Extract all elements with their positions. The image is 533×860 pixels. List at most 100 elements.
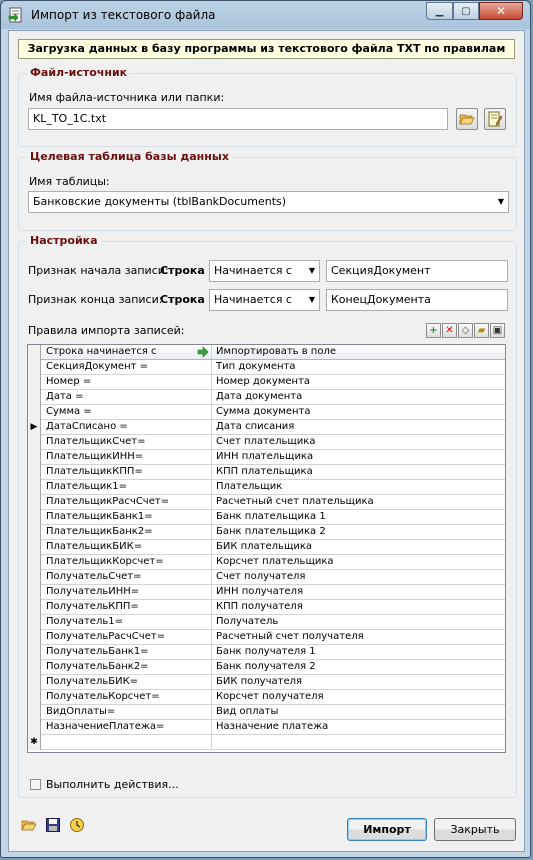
cell-import-field[interactable]: Вид оплаты	[212, 705, 505, 719]
source-file-input[interactable]: KL_TO_1C.txt	[28, 108, 448, 130]
table-row[interactable]: ПлательщикКПП= КПП плательщика	[28, 465, 505, 480]
cell-line-starts[interactable]: ПолучательБанк1=	[42, 645, 212, 659]
cell-line-starts[interactable]: ПлательщикСчет=	[42, 435, 212, 449]
cell-import-field[interactable]: Получатель	[212, 615, 505, 629]
row-indicator[interactable]	[28, 525, 41, 540]
table-name-select[interactable]: Банковские документы (tblBankDocuments) …	[28, 191, 509, 213]
cell-line-starts[interactable]: ПолучательБанк2=	[42, 660, 212, 674]
row-indicator[interactable]	[28, 435, 41, 450]
new-row[interactable]: ✱	[28, 735, 505, 750]
minimize-button[interactable]: ▁	[426, 2, 453, 20]
cell-line-starts[interactable]: СекцияДокумент =	[42, 360, 212, 374]
table-row[interactable]: СекцияДокумент = Тип документа	[28, 360, 505, 375]
row-indicator[interactable]	[28, 390, 41, 405]
table-row[interactable]: ПлательщикБанк2= Банк плательщика 2	[28, 525, 505, 540]
cell-import-field[interactable]: Счет плательщика	[212, 435, 505, 449]
record-start-value-input[interactable]: СекцияДокумент	[326, 260, 508, 282]
row-indicator[interactable]	[28, 690, 41, 705]
cell-import-field[interactable]: Назначение платежа	[212, 720, 505, 734]
cell-import-field[interactable]: Сумма документа	[212, 405, 505, 419]
row-indicator[interactable]	[28, 660, 41, 675]
cell-line-starts[interactable]: ПлательщикИНН=	[42, 450, 212, 464]
cell-line-starts[interactable]: ПлательщикБанк2=	[42, 525, 212, 539]
table-row[interactable]: ПолучательКорсчет= Корсчет получателя	[28, 690, 505, 705]
record-end-condition-select[interactable]: Начинается с ▼	[209, 289, 320, 311]
cell-line-starts[interactable]: ПолучательИНН=	[42, 585, 212, 599]
table-row[interactable]: ПолучательБанк1= Банк получателя 1	[28, 645, 505, 660]
cell-import-field[interactable]: Корсчет получателя	[212, 690, 505, 704]
cell-line-starts[interactable]: Плательщик1=	[42, 480, 212, 494]
row-indicator[interactable]	[28, 555, 41, 570]
title-bar[interactable]: Импорт из текстового файла ▁ ▢ ✕	[1, 1, 530, 29]
cell-line-starts[interactable]: Номер =	[42, 375, 212, 389]
new-row-cell[interactable]	[42, 735, 212, 749]
table-row[interactable]: ПолучательКПП= КПП получателя	[28, 600, 505, 615]
table-row[interactable]: ПлательщикСчет= Счет плательщика	[28, 435, 505, 450]
table-row[interactable]: Дата = Дата документа	[28, 390, 505, 405]
row-indicator[interactable]	[28, 645, 41, 660]
cell-line-starts[interactable]: ПолучательКПП=	[42, 600, 212, 614]
cell-line-starts[interactable]: ПлательщикКорсчет=	[42, 555, 212, 569]
cell-line-starts[interactable]: ПолучательБИК=	[42, 675, 212, 689]
execute-actions-checkbox[interactable]: Выполнить действия...	[30, 778, 230, 792]
row-indicator[interactable]	[28, 375, 41, 390]
row-indicator[interactable]	[28, 540, 41, 555]
column-header-line-starts[interactable]: Строка начинается с	[42, 345, 212, 359]
row-indicator[interactable]	[28, 570, 41, 585]
cell-line-starts[interactable]: ПолучательКорсчет=	[42, 690, 212, 704]
cell-import-field[interactable]: Номер документа	[212, 375, 505, 389]
record-start-condition-select[interactable]: Начинается с ▼	[209, 260, 320, 282]
cell-line-starts[interactable]: Получатель1=	[42, 615, 212, 629]
row-indicator[interactable]	[28, 510, 41, 525]
row-indicator[interactable]	[28, 600, 41, 615]
table-row[interactable]: ПлательщикКорсчет= Корсчет плательщика	[28, 555, 505, 570]
cell-line-starts[interactable]: ПолучательСчет=	[42, 570, 212, 584]
cell-line-starts[interactable]: Сумма =	[42, 405, 212, 419]
edit-file-button[interactable]	[484, 108, 506, 130]
add-rule-button[interactable]: +	[426, 323, 441, 338]
cell-import-field[interactable]: Плательщик	[212, 480, 505, 494]
column-header-import-field[interactable]: Импортировать в поле	[212, 345, 505, 359]
row-indicator[interactable]	[28, 495, 41, 510]
cell-import-field[interactable]: КПП получателя	[212, 600, 505, 614]
record-end-value-input[interactable]: КонецДокумента	[326, 289, 508, 311]
close-button[interactable]: Закрыть	[434, 818, 516, 841]
cell-line-starts[interactable]: ПлательщикКПП=	[42, 465, 212, 479]
row-indicator[interactable]	[28, 405, 41, 420]
cell-import-field[interactable]: Дата документа	[212, 390, 505, 404]
cell-line-starts[interactable]: ПлательщикБанк1=	[42, 510, 212, 524]
cell-line-starts[interactable]: ПлательщикРасчСчет=	[42, 495, 212, 509]
table-row[interactable]: ПлательщикБанк1= Банк плательщика 1	[28, 510, 505, 525]
cell-import-field[interactable]: Тип документа	[212, 360, 505, 374]
cell-import-field[interactable]: БИК получателя	[212, 675, 505, 689]
browse-file-button[interactable]	[456, 108, 478, 130]
cell-line-starts[interactable]: ПолучательРасчСчет=	[42, 630, 212, 644]
new-row-cell[interactable]	[212, 735, 505, 749]
table-row[interactable]: Сумма = Сумма документа	[28, 405, 505, 420]
cell-import-field[interactable]: БИК плательщика	[212, 540, 505, 554]
cell-import-field[interactable]: Расчетный счет получателя	[212, 630, 505, 644]
save-rules-button[interactable]: ▣	[490, 323, 505, 338]
import-rules-grid[interactable]: Строка начинается с Импортировать в поле…	[27, 344, 506, 753]
table-row[interactable]: ПолучательСчет= Счет получателя	[28, 570, 505, 585]
clear-rules-button[interactable]: ◇	[458, 323, 473, 338]
save-icon[interactable]	[45, 817, 61, 833]
table-row[interactable]: ПлательщикИНН= ИНН плательщика	[28, 450, 505, 465]
row-indicator[interactable]	[28, 615, 41, 630]
table-row[interactable]: НазначениеПлатежа= Назначение платежа	[28, 720, 505, 735]
table-row[interactable]: Номер = Номер документа	[28, 375, 505, 390]
cell-line-starts[interactable]: НазначениеПлатежа=	[42, 720, 212, 734]
row-indicator[interactable]	[28, 480, 41, 495]
cell-line-starts[interactable]: ПлательщикБИК=	[42, 540, 212, 554]
row-indicator[interactable]	[28, 705, 41, 720]
cell-import-field[interactable]: КПП плательщика	[212, 465, 505, 479]
clock-icon[interactable]	[69, 817, 85, 833]
cell-import-field[interactable]: Банк плательщика 2	[212, 525, 505, 539]
folder-open-icon[interactable]	[21, 817, 37, 833]
table-row[interactable]: Плательщик1= Плательщик	[28, 480, 505, 495]
cell-import-field[interactable]: Корсчет плательщика	[212, 555, 505, 569]
table-row[interactable]: ПлательщикБИК= БИК плательщика	[28, 540, 505, 555]
row-indicator[interactable]	[28, 585, 41, 600]
cell-line-starts[interactable]: Дата =	[42, 390, 212, 404]
maximize-button[interactable]: ▢	[453, 2, 479, 20]
